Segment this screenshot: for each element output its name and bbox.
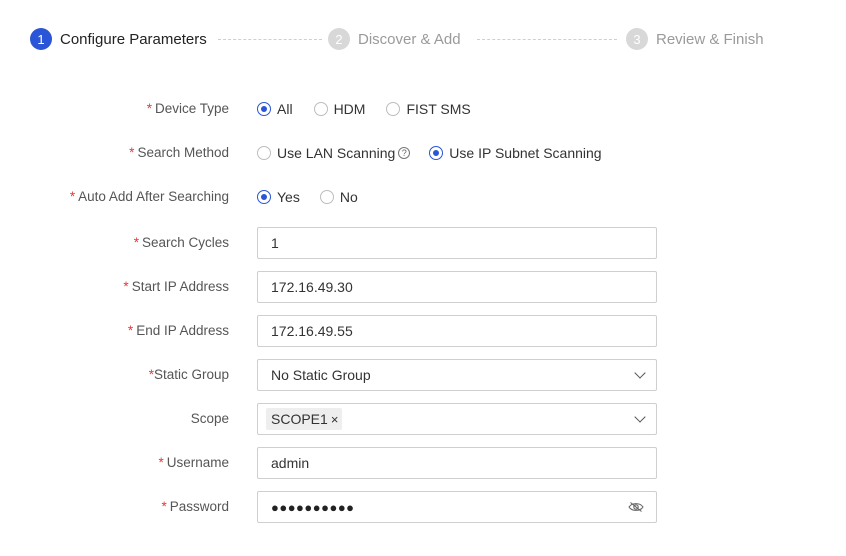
end-ip-row: * End IP Address 172.16.49.55 [0,315,846,347]
start-ip-label: * Start IP Address [123,279,229,294]
username-label: * Username [158,455,229,470]
step-connector [477,39,617,40]
search-cycles-row: * Search Cycles 1 [0,227,846,259]
search-method-row: * Search Method Use LAN Scanning ? Use IP… [0,137,846,169]
static-group-label: *Static Group [148,367,229,382]
step-number: 1 [30,28,52,50]
search-method-ip-subnet-radio[interactable]: Use IP Subnet Scanning [429,145,602,161]
wizard-steps: 1 Configure Parameters 2 Discover & Add … [30,27,820,51]
device-type-hdm-radio[interactable]: HDM [313,101,365,117]
end-ip-input[interactable]: 172.16.49.55 [257,315,657,347]
chevron-down-icon [634,367,646,379]
scope-multiselect[interactable]: SCOPE1 × [257,403,657,435]
auto-add-yes-radio[interactable]: Yes [257,189,300,205]
password-input[interactable]: ●●●●●●●●●● [257,491,657,523]
auto-add-row: * Auto Add After Searching Yes No [0,181,846,213]
close-icon[interactable]: × [331,412,339,427]
start-ip-input[interactable]: 172.16.49.30 [257,271,657,303]
device-type-row: * Device Type All HDM FIST SMS [0,93,846,125]
scope-row: Scope SCOPE1 × [0,403,846,435]
static-group-select[interactable]: No Static Group [257,359,657,391]
scope-tag: SCOPE1 × [266,408,343,430]
step-number: 3 [626,28,648,50]
search-cycles-label: * Search Cycles [133,235,229,250]
search-method-label: * Search Method [129,145,229,160]
step-title: Configure Parameters [60,30,207,48]
step-discover-add[interactable]: 2 Discover & Add [328,27,461,51]
chevron-down-icon [634,411,646,423]
auto-add-no-radio[interactable]: No [319,189,358,205]
step-connector [218,39,322,40]
username-input[interactable]: admin [257,447,657,479]
device-type-all-radio[interactable]: All [257,101,293,117]
step-title: Review & Finish [656,30,764,48]
start-ip-row: * Start IP Address 172.16.49.30 [0,271,846,303]
auto-add-radio-group: Yes No [257,181,374,213]
search-cycles-input[interactable]: 1 [257,227,657,259]
step-configure-parameters[interactable]: 1 Configure Parameters [30,27,207,51]
eye-slash-icon[interactable] [628,501,644,513]
step-title: Discover & Add [358,30,461,48]
auto-add-label: * Auto Add After Searching [69,189,229,204]
username-row: * Username admin [0,447,846,479]
device-type-fist-sms-radio[interactable]: FIST SMS [386,101,471,117]
step-review-finish[interactable]: 3 Review & Finish [626,27,764,51]
static-group-row: *Static Group No Static Group [0,359,846,391]
end-ip-label: * End IP Address [127,323,229,338]
device-type-radio-group: All HDM FIST SMS [257,93,487,125]
scope-label: Scope [190,411,229,426]
step-number: 2 [328,28,350,50]
password-row: * Password ●●●●●●●●●● [0,491,846,523]
password-label: * Password [161,499,229,514]
search-method-lan-radio[interactable]: Use LAN Scanning ? [257,145,411,161]
search-method-radio-group: Use LAN Scanning ? Use IP Subnet Scannin… [257,137,618,169]
device-type-label: * Device Type [146,101,229,116]
password-value: ●●●●●●●●●● [271,499,355,515]
question-circle-icon[interactable]: ? [398,147,411,159]
